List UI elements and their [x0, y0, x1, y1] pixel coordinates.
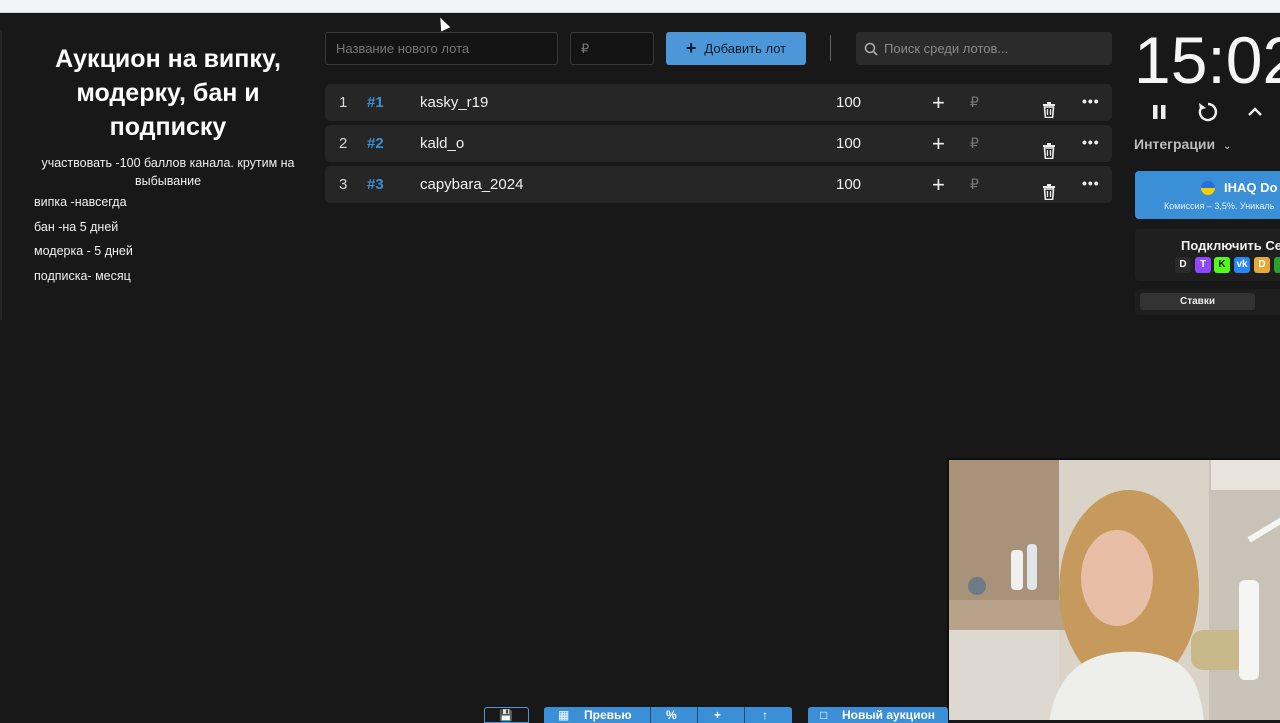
donatepay-icon: D [1254, 257, 1270, 273]
integrations-label: Интеграции [1134, 136, 1216, 152]
rule-line: подписка- месяц [34, 268, 131, 283]
bottom-actions-group: ▦ Превью % + ↑ [544, 707, 792, 723]
twitch-icon: T [1195, 257, 1211, 273]
lot-name[interactable]: capybara_2024 [420, 166, 523, 203]
rule-line: модерка - 5 дней [34, 244, 133, 258]
service-icon [1274, 257, 1280, 273]
donation-commission: Комиссия – 3,5%. Уникаль [1164, 201, 1275, 211]
lot-index: 2 [339, 135, 348, 152]
lot-amount: 100 [836, 135, 862, 152]
webcam-image [949, 460, 1280, 720]
lot-id: #2 [367, 135, 384, 152]
mouse-cursor [435, 15, 451, 32]
trash-icon[interactable] [1042, 177, 1056, 214]
restart-icon[interactable] [1196, 100, 1220, 129]
lot-amount: 100 [836, 176, 862, 193]
connect-service-label: Подключить Се [1181, 238, 1280, 253]
rule-line: випка -навсегда [34, 195, 127, 209]
add-amount-icon[interactable]: + [932, 84, 945, 121]
lot-search-input[interactable]: Поиск среди лотов... [856, 32, 1112, 65]
lot-row[interactable]: 3 #3 capybara_2024 100 + ₽ ••• [325, 166, 1112, 203]
rule-line: бан -на 5 дней [34, 219, 119, 234]
search-placeholder: Поиск среди лотов... [884, 41, 1009, 56]
lot-amount: 100 [836, 94, 862, 111]
pause-icon[interactable] [1151, 100, 1169, 129]
left-edge-panel [0, 30, 2, 320]
lot-id: #3 [367, 176, 384, 193]
vk-icon: vk [1234, 257, 1250, 273]
more-icon[interactable]: ••• [1082, 84, 1100, 118]
webcam-overlay [947, 458, 1280, 720]
currency-icon[interactable]: ₽ [970, 166, 979, 203]
add-amount-icon[interactable]: + [932, 125, 945, 162]
new-auction-button[interactable]: □ Новый аукцион [808, 707, 948, 723]
kick-icon: K [1214, 257, 1230, 273]
chevron-down-icon: ⌄ [1223, 141, 1232, 152]
donation-integration-card[interactable]: IHAQ Do Комиссия – 3,5%. Уникаль [1135, 171, 1280, 219]
integrations-dropdown[interactable]: Интеграции ⌄ [1134, 136, 1231, 152]
currency-icon[interactable]: ₽ [970, 125, 979, 162]
donationalerts-icon: D [1175, 257, 1191, 273]
auction-subtitle: участвовать -100 баллов канала. крутим н… [41, 156, 295, 188]
lot-name[interactable]: kasky_r19 [420, 84, 488, 121]
auction-description: Аукцион на випку, модерку, бан и подписк… [28, 42, 308, 288]
lot-name-input[interactable]: Название нового лота [325, 32, 558, 65]
add-lot-button[interactable]: + Добавить лот [666, 32, 806, 65]
stakes-panel: Ставки [1135, 289, 1280, 315]
connect-service-card[interactable]: Подключить Се D T K vk D [1135, 229, 1280, 281]
save-icon: 💾 [499, 710, 513, 722]
lot-id: #1 [367, 94, 384, 111]
lot-name[interactable]: kald_o [420, 125, 464, 162]
more-icon[interactable]: ••• [1082, 125, 1100, 159]
amount-input[interactable]: ₽ [570, 32, 654, 65]
add-amount-icon[interactable]: + [932, 166, 945, 203]
save-button[interactable]: 💾 [484, 707, 529, 723]
auction-title: Аукцион на випку, модерку, бан и подписк… [55, 45, 281, 141]
browser-top-bar [0, 0, 1280, 13]
auction-timer: 15:02 [1134, 23, 1280, 97]
stakes-tab[interactable]: Ставки [1140, 293, 1255, 310]
search-icon [864, 42, 878, 56]
lot-index: 3 [339, 176, 348, 193]
donation-service-title: IHAQ Do [1224, 180, 1278, 195]
lot-row[interactable]: 1 #1 kasky_r19 100 + ₽ ••• [325, 84, 1112, 121]
ukraine-flag-icon [1201, 181, 1215, 195]
lot-row[interactable]: 2 #2 kald_o 100 + ₽ ••• [325, 125, 1112, 162]
chevron-up-icon[interactable] [1245, 100, 1265, 129]
toolbar-divider [830, 35, 831, 61]
plus-icon: + [685, 38, 697, 58]
lot-index: 1 [339, 94, 348, 111]
currency-icon[interactable]: ₽ [970, 84, 979, 121]
more-icon[interactable]: ••• [1082, 166, 1100, 200]
add-lot-label: Добавить лот [704, 41, 787, 56]
